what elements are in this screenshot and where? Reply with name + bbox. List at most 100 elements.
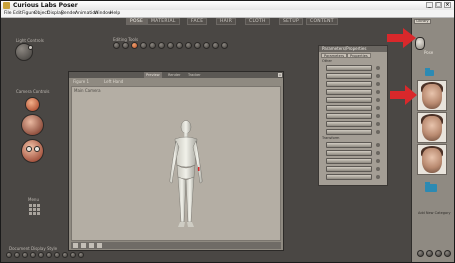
camera-hand-right-icon[interactable] (34, 146, 40, 152)
camera-move-icon[interactable] (21, 139, 44, 163)
display-outline-icon[interactable] (14, 252, 20, 258)
light-indicator-icon[interactable] (28, 45, 33, 50)
chain-break-icon[interactable] (176, 42, 183, 49)
parameter-dial[interactable] (326, 113, 381, 119)
scale-tool-icon[interactable] (158, 42, 165, 49)
tab-setup[interactable]: SETUP (279, 18, 303, 25)
add-category-label: Add New Category (418, 211, 451, 215)
library-category[interactable]: Pose (424, 50, 433, 55)
grouping-tool-icon[interactable] (194, 42, 201, 49)
menu-edit[interactable]: Edit (13, 10, 22, 17)
tab-content[interactable]: CONTENT (306, 18, 338, 25)
rotate-tool-icon[interactable] (122, 42, 129, 49)
maximize-button[interactable]: □ (435, 2, 442, 8)
library-remove-icon[interactable] (426, 250, 433, 257)
tab-parameters[interactable]: Parameters (321, 53, 348, 58)
document-display-style-label: Document Display Style (9, 246, 58, 251)
folder-icon[interactable] (425, 68, 434, 76)
camera-controls-label: Camera Controls (16, 89, 50, 94)
library-apply-icon[interactable] (435, 250, 442, 257)
view-magnifier-2-icon[interactable] (203, 42, 210, 49)
app-logo-icon (3, 2, 10, 9)
tab-cloth[interactable]: CLOTH (245, 18, 270, 25)
parameters-panel: Parameters/Properties Parameters Propert… (318, 45, 388, 186)
document-footer (71, 242, 281, 249)
library-options-icon[interactable] (444, 250, 451, 257)
parameter-dial[interactable] (326, 121, 381, 127)
library-thumbnail[interactable] (417, 112, 447, 143)
parameter-dial[interactable] (326, 89, 381, 95)
parameter-dial[interactable] (326, 166, 381, 172)
camera-trackball-icon[interactable] (21, 114, 44, 136)
tab-render[interactable]: Render (166, 72, 182, 78)
document-title-bar: Preview Render Tracker × (69, 72, 283, 78)
parameter-dial[interactable] (326, 81, 381, 87)
footer-button-icon[interactable] (89, 243, 94, 248)
parameter-dial[interactable] (326, 158, 381, 164)
menu-help[interactable]: Help (110, 10, 120, 17)
close-button[interactable]: × (444, 2, 451, 8)
twist-tool-icon[interactable] (131, 42, 138, 49)
parameter-dial[interactable] (326, 97, 381, 103)
display-lit-wireframe-icon[interactable] (38, 252, 44, 258)
title-bar: Curious Labs Poser _ □ × (1, 1, 454, 10)
parameter-dial[interactable] (326, 174, 381, 180)
parameter-dial[interactable] (326, 73, 381, 79)
parameter-dial[interactable] (326, 142, 381, 148)
library-thumbnail[interactable] (417, 80, 447, 111)
parameter-dial[interactable] (326, 150, 381, 156)
parameter-dial[interactable] (326, 105, 381, 111)
red-arrow-icon (390, 85, 417, 105)
room-tabs: POSE MATERIAL FACE HAIR CLOTH SETUP CONT… (1, 18, 454, 26)
viewport[interactable]: Main Camera (71, 86, 281, 241)
library-add-icon[interactable] (417, 250, 424, 257)
parameters-title: Parameters/Properties (319, 46, 387, 52)
camera-hand-left-icon[interactable] (26, 146, 32, 152)
direct-manipulation-icon[interactable] (221, 42, 228, 49)
display-wireframe-icon[interactable] (22, 252, 28, 258)
footer-button-icon[interactable] (81, 243, 86, 248)
minimize-button[interactable]: _ (426, 2, 433, 8)
translate-in-out-icon[interactable] (149, 42, 156, 49)
parameters-tabs: Parameters Properties (321, 53, 387, 58)
figure-menu[interactable]: Figure 1 (73, 79, 103, 85)
section-transform: Transform (322, 136, 340, 140)
tab-properties[interactable]: Properties (347, 53, 371, 58)
menu-label: Menu (28, 197, 39, 202)
tab-material[interactable]: MATERIAL (147, 18, 180, 25)
part-menu[interactable]: Left Hand (104, 79, 144, 85)
taper-tool-icon[interactable] (167, 42, 174, 49)
menu-file[interactable]: File (4, 10, 12, 17)
tab-tracker[interactable]: Tracker (186, 72, 203, 78)
parameter-dial[interactable] (326, 65, 381, 71)
section-other: Other (322, 59, 332, 63)
parameter-dial[interactable] (326, 129, 381, 135)
display-texture-shaded-icon[interactable] (70, 252, 76, 258)
morphing-tool-icon[interactable] (212, 42, 219, 49)
light-controls-label: Light Controls (16, 38, 44, 43)
folder-icon[interactable] (425, 182, 437, 192)
display-silhouette-icon[interactable] (6, 252, 12, 258)
figure-model[interactable] (72, 87, 284, 243)
display-smooth-shaded-icon[interactable] (62, 252, 68, 258)
footer-button-icon[interactable] (97, 243, 102, 248)
tab-hair[interactable]: HAIR (216, 18, 237, 25)
tab-preview[interactable]: Preview (144, 72, 162, 78)
footer-button-icon[interactable] (73, 243, 78, 248)
display-flat-shaded-icon[interactable] (46, 252, 52, 258)
library-header[interactable]: Library (414, 19, 431, 24)
display-cartoon-lines-icon[interactable] (78, 252, 84, 258)
poser-window: Curious Labs Poser _ □ × File Edit Figur… (0, 0, 455, 263)
view-magnifier-icon[interactable] (113, 42, 120, 49)
document-close-icon[interactable]: × (278, 73, 282, 77)
red-arrow-icon (387, 28, 416, 48)
color-tool-icon[interactable] (185, 42, 192, 49)
camera-face-icon[interactable] (25, 97, 40, 112)
translate-tool-icon[interactable] (140, 42, 147, 49)
display-hidden-line-icon[interactable] (30, 252, 36, 258)
tab-pose[interactable]: POSE (126, 18, 148, 25)
display-cartoon-icon[interactable] (54, 252, 60, 258)
window-title: Curious Labs Poser (13, 2, 78, 9)
tab-face[interactable]: FACE (187, 18, 208, 25)
library-thumbnail[interactable] (417, 144, 447, 175)
